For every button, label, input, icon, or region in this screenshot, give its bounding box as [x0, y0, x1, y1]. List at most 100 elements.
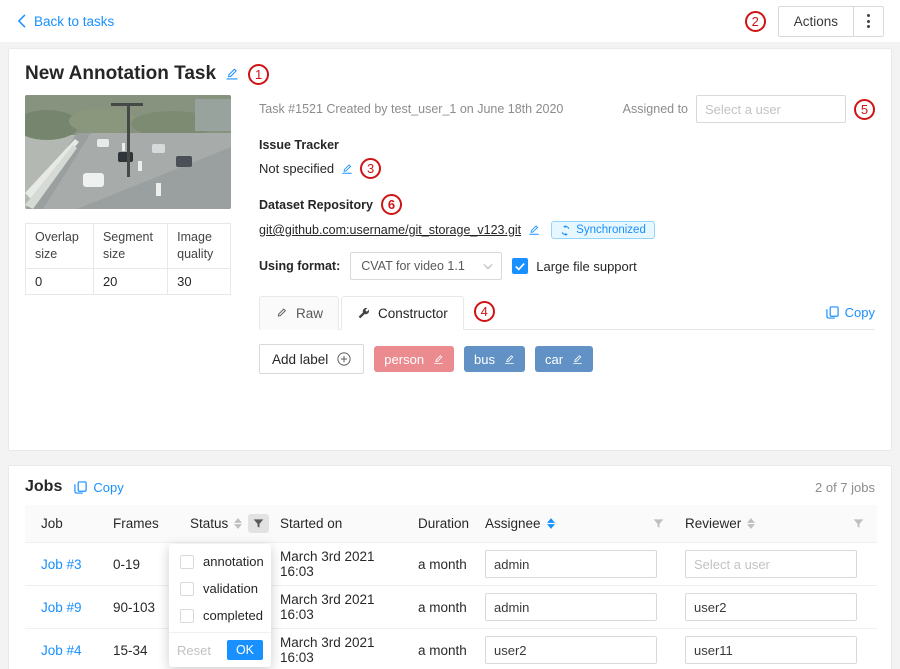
job-link[interactable]: Job #9 — [41, 600, 82, 615]
label-tag-person[interactable]: person — [374, 346, 454, 372]
param-header-quality: Image quality — [168, 224, 231, 269]
filter-reset-button[interactable]: Reset — [177, 643, 211, 658]
format-select-value: CVAT for video 1.1 — [361, 259, 483, 273]
large-file-checkbox[interactable] — [512, 258, 528, 274]
jobs-card: Jobs Copy 2 of 7 jobs Job Frames Status — [8, 465, 892, 669]
job-reviewer-input[interactable] — [685, 593, 857, 621]
filter-option-validation[interactable]: validation — [169, 575, 271, 602]
col-frames: Frames — [113, 516, 159, 531]
label-tag-person-name: person — [384, 352, 424, 367]
job-reviewer-input[interactable] — [685, 550, 857, 578]
job-assignee-input[interactable] — [485, 593, 657, 621]
job-reviewer-input[interactable] — [685, 636, 857, 664]
label-tag-bus[interactable]: bus — [464, 346, 525, 372]
status-filter-dropdown: annotation validation completed Reset OK — [169, 544, 271, 667]
filter-assignee-icon[interactable] — [648, 514, 669, 533]
label-tag-car-name: car — [545, 352, 563, 367]
job-started: March 3rd 2021 16:03 — [280, 592, 375, 622]
job-assignee-input[interactable] — [485, 636, 657, 664]
edit-label-icon[interactable] — [504, 354, 515, 365]
param-header-overlap: Overlap size — [26, 224, 94, 269]
param-value-quality: 30 — [168, 268, 231, 294]
job-link[interactable]: Job #3 — [41, 557, 82, 572]
job-row: Job #3 0-19 March 3rd 2021 16:03 a month — [25, 543, 877, 586]
tab-constructor[interactable]: Constructor — [341, 296, 464, 330]
dataset-repository-label: Dataset Repository — [259, 198, 373, 212]
issue-tracker-value: Not specified — [259, 161, 334, 176]
filter-reviewer-icon[interactable] — [848, 514, 869, 533]
format-select[interactable]: CVAT for video 1.1 — [350, 252, 502, 280]
col-assignee: Assignee — [485, 516, 541, 531]
filter-option-label: annotation — [203, 554, 264, 569]
add-label-text: Add label — [272, 352, 328, 367]
job-frames: 90-103 — [113, 600, 155, 615]
job-duration: a month — [418, 643, 467, 658]
edit-repository-icon[interactable] — [528, 224, 540, 236]
param-value-segment: 20 — [93, 268, 167, 294]
job-frames: 0-19 — [113, 557, 140, 572]
back-to-tasks-label: Back to tasks — [34, 14, 114, 29]
pencil-icon — [275, 307, 288, 320]
jobs-table-header: Job Frames Status Started on — [25, 505, 877, 543]
label-tag-bus-name: bus — [474, 352, 495, 367]
issue-tracker-label: Issue Tracker — [259, 138, 339, 152]
job-row: Job #4 15-34 March 3rd 2021 16:03 a mont… — [25, 629, 877, 669]
job-started: March 3rd 2021 16:03 — [280, 549, 375, 579]
annotation-4: 4 — [474, 301, 495, 322]
jobs-count: 2 of 7 jobs — [815, 480, 875, 495]
label-tag-car[interactable]: car — [535, 346, 593, 372]
tab-raw[interactable]: Raw — [259, 296, 339, 330]
job-frames: 15-34 — [113, 643, 148, 658]
sort-assignee-icon[interactable] — [547, 518, 555, 529]
annotation-6: 6 — [381, 194, 402, 215]
annotation-1: 1 — [248, 64, 269, 85]
filter-checkbox[interactable] — [180, 555, 194, 569]
constructor-panel: Add label person bus — [259, 330, 875, 434]
copy-icon — [74, 481, 87, 494]
copy-icon — [826, 306, 839, 319]
filter-option-annotation[interactable]: annotation — [169, 548, 271, 575]
col-started-on: Started on — [280, 516, 342, 531]
actions-button[interactable]: Actions — [778, 6, 884, 37]
issue-tracker-section: Issue Tracker — [259, 138, 875, 152]
copy-labels-button[interactable]: Copy — [826, 305, 875, 320]
more-menu-icon[interactable] — [853, 7, 883, 36]
sort-status-icon[interactable] — [234, 518, 242, 529]
param-header-segment: Segment size — [93, 224, 167, 269]
edit-label-icon[interactable] — [433, 354, 444, 365]
job-row: Job #9 90-103 March 3rd 2021 16:03 a mon… — [25, 586, 877, 629]
edit-title-icon[interactable] — [225, 67, 239, 81]
annotation-3: 3 — [360, 158, 381, 179]
dataset-repository-url[interactable]: git@github.com:username/git_storage_v123… — [259, 223, 521, 237]
sort-reviewer-icon[interactable] — [747, 518, 755, 529]
tool-icon — [357, 307, 370, 320]
sync-status-badge: Synchronized — [551, 221, 655, 239]
chevron-down-icon — [483, 263, 493, 270]
filter-option-label: validation — [203, 581, 258, 596]
tab-raw-label: Raw — [296, 306, 323, 321]
filter-ok-button[interactable]: OK — [227, 640, 263, 660]
filter-checkbox[interactable] — [180, 609, 194, 623]
assigned-to-label: Assigned to — [623, 102, 688, 116]
copy-jobs-button[interactable]: Copy — [74, 480, 123, 495]
job-assignee-input[interactable] — [485, 550, 657, 578]
task-preview-image — [25, 95, 231, 209]
filter-status-icon[interactable] — [248, 514, 269, 533]
task-meta-text: Task #1521 Created by test_user_1 on Jun… — [259, 102, 563, 116]
filter-option-completed[interactable]: completed — [169, 602, 271, 629]
job-link[interactable]: Job #4 — [41, 643, 82, 658]
chevron-left-icon — [16, 14, 27, 28]
col-status: Status — [190, 516, 228, 531]
task-assignee-input[interactable] — [696, 95, 846, 123]
task-details-card: New Annotation Task 1 — [8, 48, 892, 451]
filter-checkbox[interactable] — [180, 582, 194, 596]
jobs-table: Job Frames Status Started on — [25, 505, 877, 669]
plus-circle-icon — [337, 352, 351, 366]
back-to-tasks-link[interactable]: Back to tasks — [16, 14, 114, 29]
edit-label-icon[interactable] — [572, 354, 583, 365]
add-label-button[interactable]: Add label — [259, 344, 364, 374]
sync-status-label: Synchronized — [576, 224, 646, 236]
edit-issue-tracker-icon[interactable] — [341, 163, 353, 175]
copy-labels-label: Copy — [845, 305, 875, 320]
annotation-5: 5 — [854, 99, 875, 120]
